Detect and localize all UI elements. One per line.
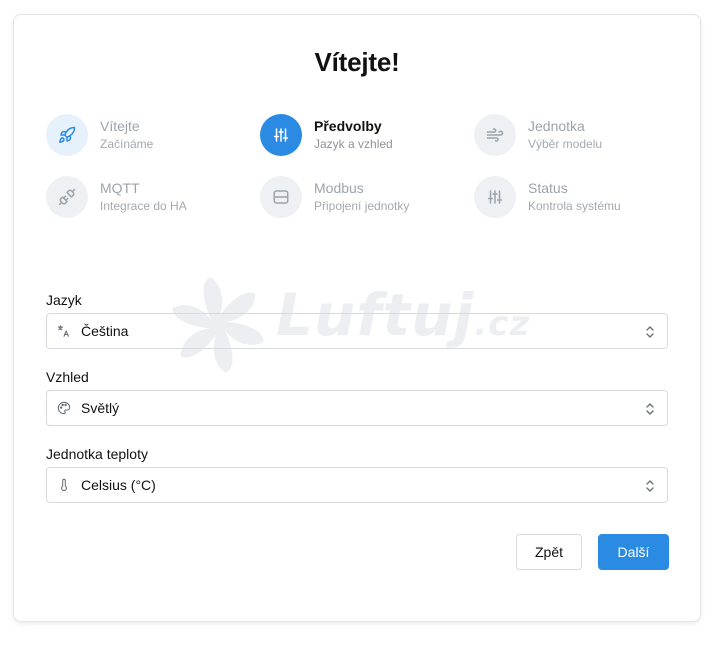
step-subtitle: Jazyk a vzhled	[314, 137, 393, 151]
language-icon	[57, 324, 71, 338]
step-subtitle: Připojení jednotky	[314, 199, 410, 213]
temperature-unit-label: Jednotka teploty	[46, 446, 148, 462]
step-modbus[interactable]: Modbus Připojení jednotky	[260, 176, 409, 218]
chevron-updown-icon	[646, 480, 654, 492]
language-value: Čeština	[81, 323, 129, 339]
wind-icon	[474, 114, 516, 156]
step-subtitle: Kontrola systému	[528, 199, 621, 213]
next-button[interactable]: Další	[598, 534, 669, 570]
palette-icon	[57, 401, 71, 415]
sliders-icon	[474, 176, 516, 218]
temperature-unit-select[interactable]: Celsius (°C)	[46, 467, 668, 503]
step-title: Vítejte	[100, 118, 140, 134]
step-mqtt[interactable]: MQTT Integrace do HA	[46, 176, 187, 218]
step-title: MQTT	[100, 180, 140, 196]
thermometer-icon	[57, 478, 71, 492]
theme-label: Vzhled	[46, 369, 89, 385]
server-icon	[260, 176, 302, 218]
back-button[interactable]: Zpět	[516, 534, 582, 570]
step-title: Předvolby	[314, 118, 382, 134]
step-unit[interactable]: Jednotka Výběr modelu	[474, 114, 602, 156]
plug-icon	[46, 176, 88, 218]
step-title: Status	[528, 180, 568, 196]
step-welcome[interactable]: Vítejte Začínáme	[46, 114, 153, 156]
step-subtitle: Integrace do HA	[100, 199, 187, 213]
theme-select[interactable]: Světlý	[46, 390, 668, 426]
rocket-icon	[46, 114, 88, 156]
step-preferences[interactable]: Předvolby Jazyk a vzhled	[260, 114, 393, 156]
sliders-icon	[260, 114, 302, 156]
step-title: Modbus	[314, 180, 364, 196]
wizard-card: Vítejte! Vítejte Začínáme Předvolby Jazy…	[13, 14, 701, 622]
language-label: Jazyk	[46, 292, 82, 308]
temperature-unit-value: Celsius (°C)	[81, 477, 156, 493]
step-subtitle: Výběr modelu	[528, 137, 603, 151]
chevron-updown-icon	[646, 326, 654, 338]
step-subtitle: Začínáme	[100, 137, 154, 151]
language-select[interactable]: Čeština	[46, 313, 668, 349]
page-title: Vítejte!	[314, 47, 400, 77]
step-status[interactable]: Status Kontrola systému	[474, 176, 621, 218]
step-title: Jednotka	[528, 118, 585, 134]
theme-value: Světlý	[81, 400, 120, 416]
chevron-updown-icon	[646, 403, 654, 415]
